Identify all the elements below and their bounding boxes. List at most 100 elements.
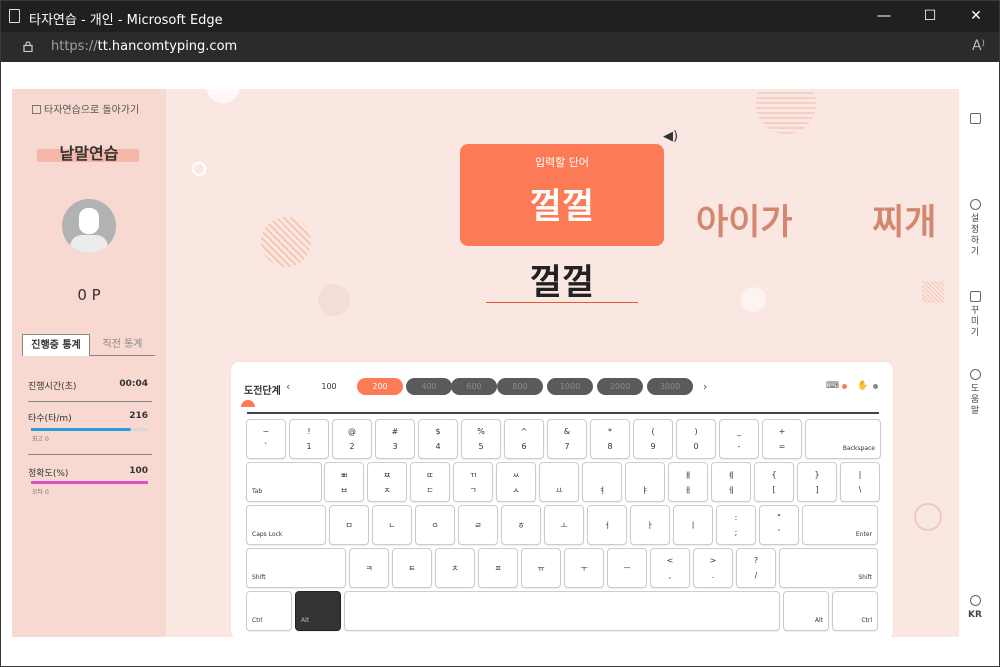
key-ㅍ[interactable]: ㅍ — [478, 548, 518, 588]
key-ㅣ[interactable]: ㅣ — [673, 505, 713, 545]
copy-icon[interactable] — [959, 113, 991, 128]
settings-button[interactable]: 설정하기 — [959, 199, 991, 258]
key-6[interactable]: ^ 6 — [504, 419, 544, 459]
key-ㄱ[interactable]: ㄲㄱ — [453, 462, 493, 502]
level-pill-600[interactable]: 600 — [451, 378, 497, 395]
ctrl-right-key[interactable]: Ctrl — [832, 591, 878, 631]
help-button[interactable]: 도움말 — [959, 369, 991, 417]
backspace-key[interactable]: Backspace — [805, 419, 881, 459]
key-ㅗ[interactable]: ㅗ — [544, 505, 584, 545]
level-pill-3000[interactable]: 3000 — [647, 378, 693, 395]
read-aloud-icon[interactable]: A⁾ — [972, 38, 985, 54]
accuracy-errors: 오타 0 — [32, 489, 49, 496]
level-pill-400[interactable]: 400 — [406, 378, 452, 395]
key--[interactable]: _ - — [719, 419, 759, 459]
key-=[interactable]: + = — [762, 419, 802, 459]
level-pill-1000[interactable]: 1000 — [547, 378, 593, 395]
caps-lock-key[interactable]: Caps Lock — [246, 505, 326, 545]
key-/[interactable]: ? / — [736, 548, 776, 588]
stat-speed-label: 타수(타/m) — [28, 414, 72, 424]
key-0[interactable]: ) 0 — [676, 419, 716, 459]
key-ㄴ[interactable]: ㄴ — [372, 505, 412, 545]
key-char: ㅐ — [684, 486, 692, 495]
hand-icon[interactable]: ✋ — [857, 381, 868, 391]
key-ㅅ[interactable]: ㅆㅅ — [496, 462, 536, 502]
key-7[interactable]: & 7 — [547, 419, 587, 459]
key-;[interactable]: :; — [716, 505, 756, 545]
key-label: Shift — [858, 574, 872, 581]
level-next-button[interactable]: › — [703, 380, 707, 393]
key-ㅇ[interactable]: ㅇ — [415, 505, 455, 545]
level-pill-200[interactable]: 200 — [357, 378, 403, 395]
key-ㅔ[interactable]: ㅖㅔ — [711, 462, 751, 502]
key-ㄹ[interactable]: ㄹ — [458, 505, 498, 545]
key-ㅎ[interactable]: ㅎ — [501, 505, 541, 545]
tab-previous-stats[interactable]: 직전 통계 — [90, 334, 155, 356]
close-button[interactable]: ✕ — [953, 1, 999, 32]
key-ㅡ[interactable]: ㅡ — [607, 548, 647, 588]
key-ㅐ[interactable]: ㅒㅐ — [668, 462, 708, 502]
minimize-button[interactable]: — — [861, 1, 907, 32]
language-button[interactable]: KR — [959, 595, 991, 621]
key-ㅂ[interactable]: ㅃㅂ — [324, 462, 364, 502]
ctrl-left-key[interactable]: Ctrl — [246, 591, 292, 631]
key-ㅛ[interactable]: ㅛ — [539, 462, 579, 502]
key-ㅈ[interactable]: ㅉㅈ — [367, 462, 407, 502]
tab-current-stats[interactable]: 진행중 통계 — [22, 334, 90, 356]
key-5[interactable]: % 5 — [461, 419, 501, 459]
browser-window: 타자연습 - 개인 - Microsoft Edge — ☐ ✕ https:/… — [0, 0, 1000, 667]
key-,[interactable]: <, — [650, 548, 690, 588]
decoration — [914, 503, 942, 531]
key-char: ㅣ — [689, 521, 697, 530]
tab-key[interactable]: Tab — [246, 462, 322, 502]
shift-left-key[interactable]: Shift — [246, 548, 346, 588]
key-`[interactable]: ~ ` — [246, 419, 286, 459]
key-ㅊ[interactable]: ㅊ — [435, 548, 475, 588]
key-char: ㅗ — [560, 521, 568, 530]
url-field[interactable]: https://tt.hancomtyping.com — [51, 39, 237, 54]
keyboard-icon[interactable]: ⌨ — [826, 381, 839, 391]
key-ㄷ[interactable]: ㄸㄷ — [410, 462, 450, 502]
key-label: Ctrl — [861, 617, 872, 624]
key-ㅑ[interactable]: ㅑ — [625, 462, 665, 502]
key-shift-char: : — [734, 513, 738, 522]
key-.[interactable]: >. — [693, 548, 733, 588]
key-4[interactable]: $4 — [418, 419, 458, 459]
key-ㅋ[interactable]: ㅋ — [349, 548, 389, 588]
key-ㅁ[interactable]: ㅁ — [329, 505, 369, 545]
maximize-button[interactable]: ☐ — [907, 1, 953, 32]
lock-icon[interactable] — [23, 41, 33, 52]
alt-left-key[interactable]: Alt — [295, 591, 341, 631]
key-ㅏ[interactable]: ㅏ — [630, 505, 670, 545]
level-pill-2000[interactable]: 2000 — [597, 378, 643, 395]
typed-input[interactable]: 껄껄 — [486, 254, 638, 305]
level-pill-800[interactable]: 800 — [497, 378, 543, 395]
key-2[interactable]: @2 — [332, 419, 372, 459]
speaker-icon[interactable]: ◀) — [663, 129, 678, 144]
key-[[interactable]: {[ — [754, 462, 794, 502]
alt-right-key[interactable]: Alt — [783, 591, 829, 631]
key-ㅕ[interactable]: ㅕ — [582, 462, 622, 502]
key-9[interactable]: (9 — [633, 419, 673, 459]
space-key[interactable] — [344, 591, 780, 631]
key-char: . — [711, 571, 715, 580]
level-label: 도전단계 — [244, 386, 281, 397]
key-ㅠ[interactable]: ㅠ — [521, 548, 561, 588]
decorate-button[interactable]: 꾸미기 — [959, 291, 991, 339]
shift-right-key[interactable]: Shift — [779, 548, 878, 588]
key-'[interactable]: " ' — [759, 505, 799, 545]
rail-label: 꾸미기 — [970, 306, 980, 338]
key-ㅓ[interactable]: ㅓ — [587, 505, 627, 545]
enter-key[interactable]: Enter — [802, 505, 878, 545]
key-ㅜ[interactable]: ㅜ — [564, 548, 604, 588]
key-1[interactable]: ! 1 — [289, 419, 329, 459]
key-ㅌ[interactable]: ㅌ — [392, 548, 432, 588]
level-prev-button[interactable]: ‹ — [286, 380, 290, 393]
level-pill-100[interactable]: 100 — [306, 378, 352, 395]
key-8[interactable]: * 8 — [590, 419, 630, 459]
key-][interactable]: }] — [797, 462, 837, 502]
key-char: ㅔ — [727, 486, 735, 495]
back-to-typing-link[interactable]: 타자연습으로 돌아가기 — [32, 101, 139, 116]
key-3[interactable]: #3 — [375, 419, 415, 459]
key-\[interactable]: | \ — [840, 462, 880, 502]
